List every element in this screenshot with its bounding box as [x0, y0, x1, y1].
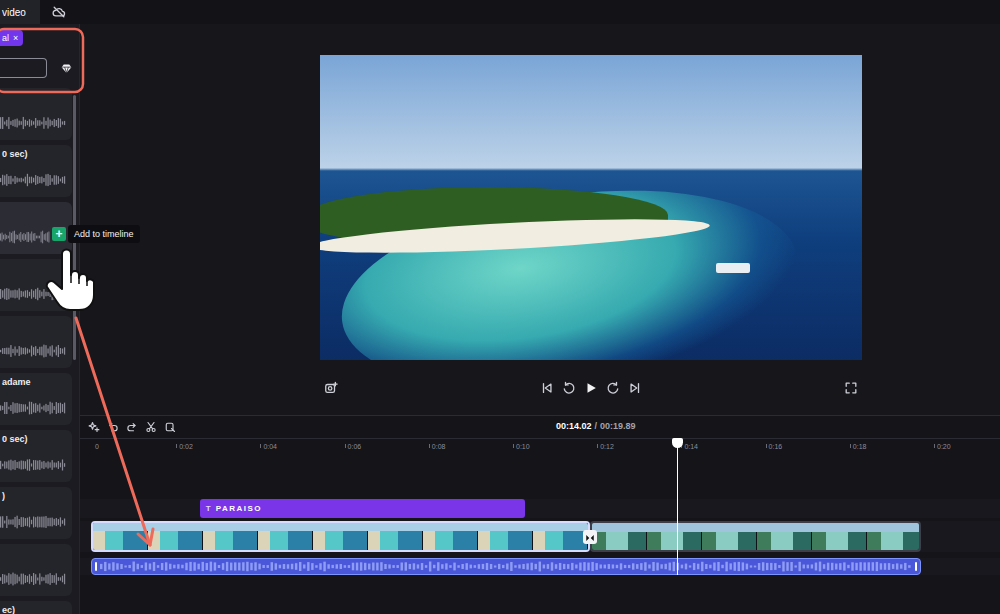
audio-item[interactable] [0, 544, 72, 596]
audio-item[interactable]: 0 sec) [0, 430, 72, 482]
text-clip[interactable]: TPARAISO [200, 499, 525, 518]
audio-item[interactable] [0, 88, 72, 140]
waveform-icon [0, 458, 66, 472]
magic-add-icon[interactable] [88, 421, 100, 433]
playback-controls [320, 379, 862, 397]
time-display: 00:14.02/00:19.89 [556, 420, 636, 434]
forward-5-icon[interactable] [606, 381, 620, 395]
media-panel: al×0 sec)+Add to timelineadame0 sec))ec) [0, 24, 80, 614]
trim-handle[interactable] [95, 562, 97, 571]
audio-item[interactable] [0, 259, 72, 311]
transition-icon [584, 532, 596, 544]
tooltip: Add to timeline [68, 225, 140, 243]
rewind-5-icon[interactable] [562, 381, 576, 395]
waveform-icon [0, 116, 66, 130]
video-track [80, 521, 1000, 552]
filter-chip[interactable]: al× [0, 30, 23, 46]
waveform-icon [0, 572, 66, 586]
search-field[interactable] [0, 58, 47, 78]
redo-icon[interactable] [126, 421, 138, 433]
waveform-icon [0, 515, 66, 529]
audio-item[interactable]: ) [0, 487, 72, 539]
delete-icon[interactable] [164, 421, 176, 433]
waveform-icon [0, 344, 66, 358]
cloud-off-icon[interactable] [52, 5, 66, 19]
text-track: TPARAISO [80, 499, 1000, 518]
time-ruler[interactable]: 00:020:040:060:080:100:120:140:160:180:2… [80, 438, 1000, 460]
waveform-icon [0, 287, 66, 301]
add-to-timeline-button[interactable]: + [52, 227, 66, 241]
timeline: 00:14.02/00:19.89 00:020:040:060:080:100:… [80, 415, 1000, 614]
playhead-handle[interactable] [672, 438, 683, 448]
audio-clip[interactable] [91, 558, 921, 575]
skip-forward-icon[interactable] [628, 381, 642, 395]
fullscreen-icon[interactable] [844, 381, 858, 395]
play-icon[interactable] [584, 381, 598, 395]
audio-item[interactable]: 0 sec) [0, 145, 72, 197]
audio-track [80, 558, 1000, 575]
text-clip-icon: T [206, 503, 211, 515]
video-preview [320, 55, 862, 360]
video-clip[interactable] [91, 521, 590, 552]
waveform-icon [0, 173, 66, 187]
audio-waveform-icon [100, 561, 912, 572]
trim-handle[interactable] [915, 562, 917, 571]
audio-item[interactable]: +Add to timeline [0, 202, 72, 254]
audio-item[interactable]: ec) [0, 601, 72, 614]
split-transition-button[interactable] [583, 530, 597, 544]
waveform-icon [0, 401, 66, 415]
audio-item[interactable]: adame [0, 373, 72, 425]
tutorial-annotation [0, 0, 1000, 614]
editor-tab[interactable]: video [0, 0, 40, 24]
undo-icon[interactable] [107, 421, 119, 433]
scissors-icon[interactable] [145, 421, 157, 433]
remove-chip-button[interactable]: × [13, 32, 18, 44]
skip-back-icon[interactable] [540, 381, 554, 395]
waveform-icon [0, 230, 50, 244]
snapshot-icon[interactable] [324, 381, 338, 395]
premium-diamond-icon [61, 63, 72, 74]
playhead[interactable] [677, 438, 678, 575]
audio-item[interactable] [0, 316, 72, 368]
video-clip[interactable] [590, 521, 921, 552]
audio-list: 0 sec)+Add to timelineadame0 sec))ec) [0, 88, 72, 614]
